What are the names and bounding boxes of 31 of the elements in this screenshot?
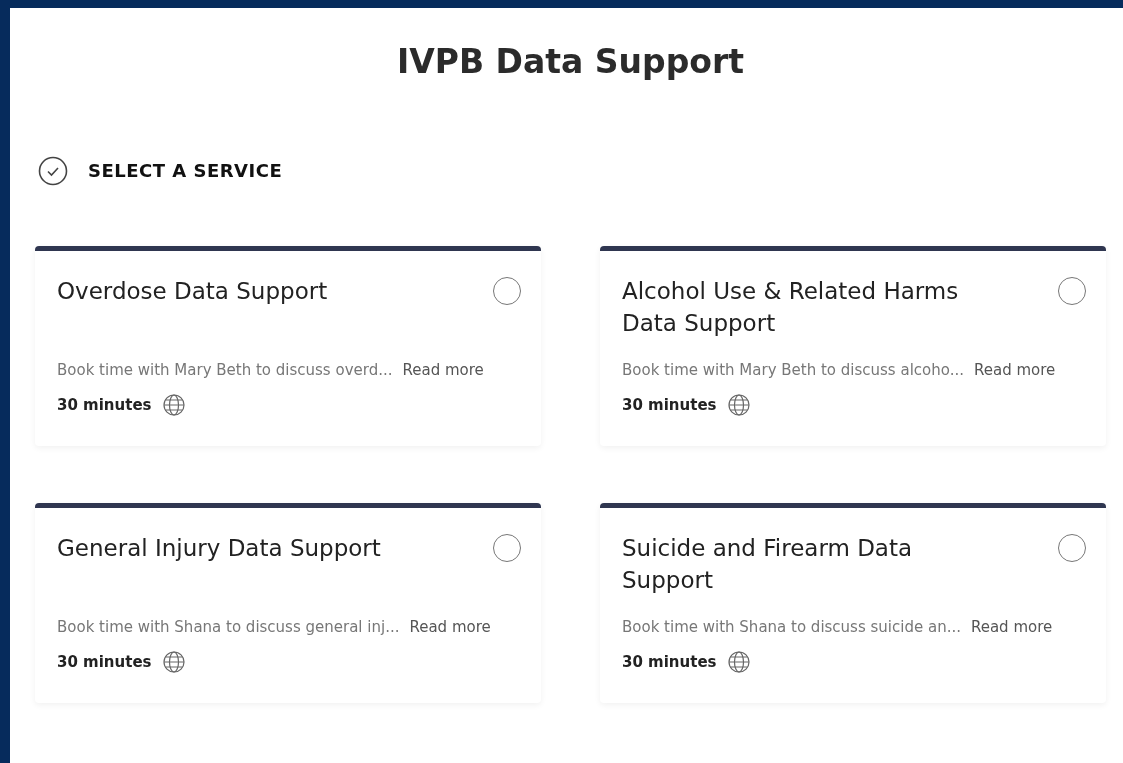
service-title: Overdose Data Support (57, 276, 328, 306)
service-card[interactable]: Alcohol Use & Related Harms Data Support Book time with Mary Beth to discuss alcoho... Read more 30 minutes (600, 245, 1106, 446)
service-title: Alcohol Use & Related Harms Data Support (622, 276, 960, 338)
read-more-link[interactable]: Read more (970, 615, 1053, 639)
check-circle-icon (38, 155, 68, 186)
radio-button[interactable] (1058, 533, 1086, 562)
read-more-link[interactable]: Read more (973, 358, 1056, 382)
radio-button[interactable] (493, 276, 521, 305)
duration-text: 30 minutes (622, 394, 717, 416)
service-description: Book time with Shana to discuss general inj... (57, 616, 400, 638)
radio-button[interactable] (1058, 276, 1086, 305)
service-title: Suicide and Firearm Data Support (622, 533, 914, 595)
service-description: Book time with Mary Beth to discuss overd... (57, 359, 393, 381)
read-more-link[interactable]: Read more (409, 615, 491, 639)
service-card[interactable]: General Injury Data Support Book time with Shana to discuss general inj... Read more 30 minutes (35, 502, 541, 703)
globe-icon (161, 650, 186, 675)
duration-text: 30 minutes (57, 394, 152, 416)
service-title: General Injury Data Support (57, 533, 381, 563)
service-card[interactable]: Overdose Data Support Book time with Mary Beth to discuss overd... Read more 30 minutes (35, 245, 541, 446)
step-heading: SELECT A SERVICE (88, 159, 283, 184)
globe-icon (726, 650, 751, 675)
duration-text: 30 minutes (57, 651, 152, 673)
read-more-link[interactable]: Read more (402, 358, 484, 382)
duration-text: 30 minutes (622, 651, 717, 673)
globe-icon (726, 393, 751, 418)
service-card[interactable]: Suicide and Firearm Data Support Book time with Shana to discuss suicide an... Read more 30 minutes (600, 502, 1106, 703)
page-title: IVPB Data Support (395, 41, 746, 82)
service-description: Book time with Shana to discuss suicide an... (622, 616, 961, 638)
radio-button[interactable] (493, 533, 521, 562)
service-description: Book time with Mary Beth to discuss alcoho... (622, 359, 964, 381)
globe-icon (161, 393, 186, 418)
